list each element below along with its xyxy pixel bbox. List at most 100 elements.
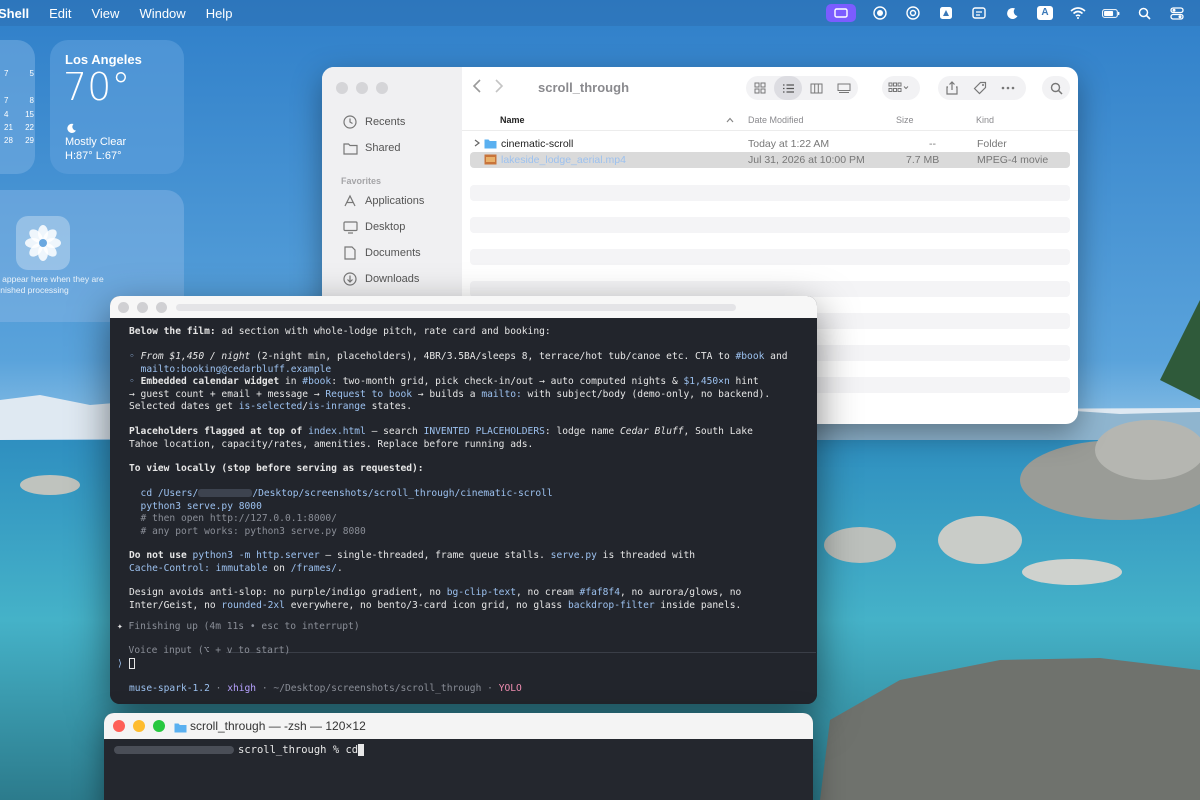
calendar-day: 7 — [4, 96, 9, 105]
wifi-icon[interactable] — [1069, 5, 1087, 21]
menu-edit[interactable]: Edit — [49, 6, 71, 21]
column-kind[interactable]: Kind — [976, 115, 994, 125]
menu-window[interactable]: Window — [139, 6, 185, 21]
calendar-day: 21 — [4, 123, 13, 132]
close-button[interactable] — [118, 302, 129, 313]
output-line: # any port works: python3 serve.py 8080 — [129, 525, 366, 537]
disclosure-triangle-icon[interactable] — [474, 138, 480, 150]
record-icon[interactable] — [871, 5, 889, 21]
column-size[interactable]: Size — [896, 115, 914, 125]
output-line: ◦ Embedded calendar widget in #book: two… — [129, 376, 759, 387]
focus-icon[interactable] — [904, 5, 922, 21]
sidebar-item-label: Recents — [365, 116, 406, 128]
sidebar-item-documents[interactable]: Documents — [342, 245, 421, 261]
calendar-day: 4 — [4, 110, 9, 119]
agent-terminal-window[interactable]: Below the film: ad section with whole-lo… — [110, 296, 817, 704]
menu-app-name[interactable]: Shell — [0, 6, 29, 21]
divider — [226, 652, 816, 653]
output-line: Do not use python3 -m http.server — sing… — [129, 550, 696, 561]
sidebar-item-label: Documents — [365, 247, 421, 259]
weather-widget[interactable]: Los Angeles 70° Mostly Clear H:87° L:67° — [50, 40, 184, 174]
output-line: Tahoe location, capacity/rates, amenitie… — [129, 438, 534, 450]
sidebar-item-recents[interactable]: Recents — [342, 114, 405, 130]
calendar-day: 28 — [4, 136, 13, 145]
more-icon[interactable] — [994, 76, 1022, 100]
sidebar-item-desktop[interactable]: Desktop — [342, 219, 405, 235]
calendar-day: 8 — [29, 96, 34, 105]
output-line: Placeholders flagged at top of index.htm… — [129, 426, 753, 437]
sort-chevron-icon[interactable] — [726, 115, 734, 125]
desktop-icon — [342, 219, 358, 235]
output-line: Design avoids anti-slop: no purple/indig… — [129, 587, 742, 598]
column-date-modified[interactable]: Date Modified — [748, 115, 804, 125]
cursor — [128, 658, 135, 669]
sidebar-item-shared[interactable]: Shared — [342, 140, 400, 156]
output-line: python3 serve.py 8000 — [129, 500, 262, 512]
folder-icon — [174, 720, 187, 738]
document-icon — [342, 245, 358, 261]
window-controls — [336, 82, 388, 94]
back-icon[interactable] — [472, 78, 482, 99]
drive-icon[interactable] — [937, 5, 955, 21]
minimize-button[interactable] — [356, 82, 368, 94]
output-line: Cache-Control: immutable on /frames/. — [129, 562, 343, 574]
file-row-selected[interactable]: lakeside_lodge_aerial.mp4 Jul 31, 2026 a… — [470, 152, 1070, 168]
file-kind: MPEG-4 movie — [977, 154, 1049, 166]
column-name[interactable]: Name — [500, 115, 525, 125]
shell-prompt[interactable]: scroll_through % cd — [114, 744, 365, 756]
output-line: cd /Users//Desktop/screenshots/scroll_th… — [129, 488, 553, 499]
download-icon — [342, 271, 358, 287]
weather-temperature: 70° — [63, 65, 131, 109]
zoom-button[interactable] — [156, 302, 167, 313]
close-button[interactable] — [336, 82, 348, 94]
voice-input-hint: Voice input (⌥ + v to start) — [117, 645, 291, 656]
moon-icon[interactable] — [1003, 5, 1021, 21]
terminal-output[interactable]: Below the film: ad section with whole-lo… — [110, 318, 817, 704]
movie-file-icon — [484, 154, 497, 168]
file-date: Jul 31, 2026 at 10:00 PM — [748, 154, 865, 166]
empty-row — [470, 281, 1070, 297]
minimize-button[interactable] — [133, 720, 145, 732]
folder-icon — [484, 138, 497, 152]
minimize-button[interactable] — [137, 302, 148, 313]
share-icon[interactable] — [938, 76, 966, 100]
zsh-terminal-window[interactable]: scroll_through — -zsh — 120×12 scroll_th… — [104, 713, 813, 800]
zoom-button[interactable] — [153, 720, 165, 732]
redacted-username — [198, 489, 253, 497]
search-icon[interactable] — [1135, 5, 1153, 21]
window-title: scroll_through — [538, 80, 630, 95]
menu-view[interactable]: View — [91, 6, 119, 21]
forward-icon[interactable] — [494, 78, 504, 99]
calendar-day: 22 — [25, 123, 34, 132]
file-row[interactable]: cinematic-scroll Today at 1:22 AM -- Fol… — [470, 136, 1070, 152]
sidebar-item-label: Shared — [365, 142, 401, 154]
search-icon[interactable] — [1042, 76, 1070, 100]
menu-bar: Shell Edit View Window Help A — [0, 0, 1200, 26]
menu-help[interactable]: Help — [206, 6, 233, 21]
prompt-chevron-icon: ⟩ — [117, 658, 123, 670]
calendar-widget[interactable]: 7 5 7 8 4 15 21 22 28 29 — [0, 40, 35, 174]
photos-widget-message: finished processing — [0, 285, 69, 295]
zoom-button[interactable] — [376, 82, 388, 94]
control-center-icon[interactable] — [1168, 5, 1186, 21]
group-by-button[interactable] — [882, 76, 920, 100]
calendar-day: 29 — [25, 136, 34, 145]
redacted-title — [176, 304, 736, 311]
chat-icon[interactable] — [970, 5, 988, 21]
group-grid-icon — [888, 82, 909, 92]
weather-high-low: H:87° L:67° — [65, 150, 122, 162]
battery-icon[interactable] — [1102, 5, 1120, 21]
gallery-view-icon[interactable] — [830, 76, 858, 100]
sidebar-item-applications[interactable]: Applications — [342, 193, 424, 209]
column-view-icon[interactable] — [802, 76, 830, 100]
sidebar-item-downloads[interactable]: Downloads — [342, 271, 419, 287]
sidebar-item-label: Applications — [365, 195, 425, 207]
prompt-input[interactable]: ⟩ — [117, 658, 135, 671]
list-view-icon[interactable] — [774, 76, 802, 100]
close-button[interactable] — [113, 720, 125, 732]
screen-record-icon[interactable] — [826, 4, 856, 22]
font-a-icon[interactable]: A — [1036, 5, 1054, 21]
sidebar-section-favorites: Favorites — [341, 176, 382, 186]
tag-icon[interactable] — [966, 76, 994, 100]
icon-view-icon[interactable] — [746, 76, 774, 100]
